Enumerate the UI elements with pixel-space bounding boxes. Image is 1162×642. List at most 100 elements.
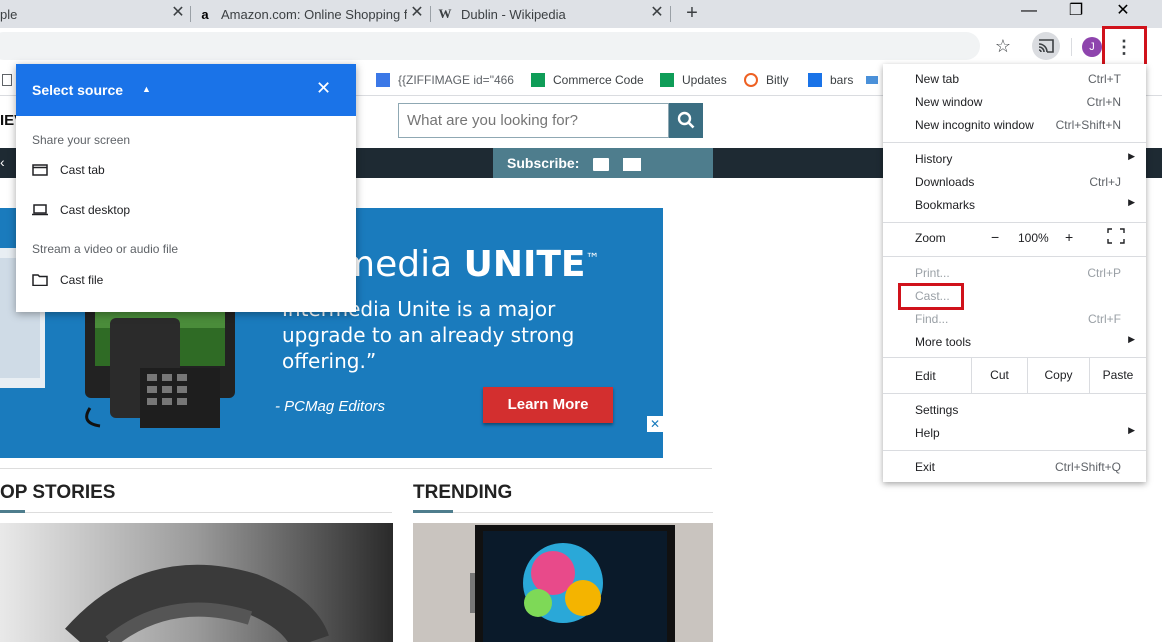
cut-button[interactable]: Cut	[971, 357, 1027, 393]
sheet-icon	[531, 73, 545, 87]
cast-dialog-header[interactable]: Select source ▲ ✕	[16, 64, 356, 116]
ad-title-bold: UNITE	[463, 244, 586, 285]
copy-button[interactable]: Copy	[1027, 357, 1089, 393]
menu-item-shortcut: Ctrl+N	[1086, 95, 1121, 109]
page-icon	[2, 74, 12, 86]
menu-item-new-tab[interactable]: New tab Ctrl+T	[915, 69, 1135, 89]
learn-more-button[interactable]: Learn More	[483, 387, 613, 423]
menu-item-label: Print...	[915, 266, 950, 280]
menu-item-label: Bookmarks	[915, 198, 976, 212]
cast-icon[interactable]	[1032, 32, 1060, 60]
restore-button[interactable]: ❐	[1053, 0, 1099, 24]
menu-item-help[interactable]: Help ▶	[915, 423, 1135, 443]
tab-close-icon[interactable]: ✕	[409, 5, 425, 21]
close-icon[interactable]: ✕	[316, 78, 331, 99]
bitly-icon	[744, 73, 758, 87]
paste-button[interactable]: Paste	[1089, 357, 1146, 393]
stream-file-label: Stream a video or audio file	[32, 242, 179, 256]
submenu-arrow-icon: ▶	[1128, 151, 1135, 161]
search-icon	[677, 111, 695, 129]
menu-item-find[interactable]: Find... Ctrl+F	[915, 309, 1135, 329]
edit-label: Edit	[915, 369, 936, 383]
tab-strip: ple ✕ a Amazon.com: Online Shopping fo ✕…	[0, 0, 1162, 28]
bookmark-partial[interactable]	[2, 72, 12, 88]
menu-item-shortcut: Ctrl+Shift+Q	[1054, 460, 1121, 474]
section-accent	[413, 510, 453, 513]
trending-image[interactable]	[413, 523, 713, 642]
trending-heading[interactable]: TRENDING	[413, 482, 512, 504]
address-bar[interactable]	[0, 32, 980, 60]
nav-arrow-icon[interactable]: ‹	[0, 154, 5, 170]
app-icon	[866, 76, 878, 84]
menu-item-label: Settings	[915, 403, 959, 417]
bookmark-label: bars	[830, 73, 854, 87]
fullscreen-icon	[1107, 228, 1125, 244]
tab-icon	[32, 164, 48, 176]
headphones-image	[65, 564, 329, 642]
menu-item-label: New tab	[915, 72, 960, 86]
subscribe-label: Subscribe:	[507, 155, 580, 171]
zoom-out-button[interactable]: −	[991, 229, 999, 245]
menu-item-settings[interactable]: Settings	[915, 400, 1135, 420]
new-tab-button[interactable]: +	[680, 2, 704, 26]
tab-wikipedia[interactable]: W Dublin - Wikipedia ✕	[437, 0, 669, 28]
highlight-box-cast	[898, 283, 964, 310]
tab-close-icon[interactable]: ✕	[649, 5, 665, 21]
cast-glyph-icon	[1038, 39, 1054, 53]
top-story-image[interactable]	[0, 523, 393, 642]
menu-item-bookmarks[interactable]: Bookmarks ▶	[915, 195, 1135, 215]
cast-file-option[interactable]: Cast file	[32, 268, 352, 292]
menu-item-history[interactable]: History ▶	[915, 149, 1135, 169]
cast-desktop-option[interactable]: Cast desktop	[32, 198, 352, 222]
zoom-level: 100%	[1018, 231, 1049, 245]
bookmark-ziffimage[interactable]: {{ZIFFIMAGE id="466	[376, 72, 514, 88]
menu-item-shortcut: Ctrl+F	[1088, 312, 1121, 326]
subscribe-bar[interactable]: Subscribe:	[493, 148, 713, 178]
minimize-button[interactable]: —	[1006, 0, 1052, 24]
bookmark-updates[interactable]: Updates	[660, 72, 727, 88]
close-window-button[interactable]: ✕	[1100, 0, 1146, 24]
tablet-image	[470, 525, 675, 642]
caret-up-icon[interactable]: ▲	[142, 84, 151, 94]
menu-item-label: More tools	[915, 335, 972, 349]
cast-tab-label: Cast tab	[60, 163, 105, 177]
section-underline	[413, 512, 713, 513]
menu-item-label: Exit	[915, 460, 936, 474]
menu-item-label: Find...	[915, 312, 949, 326]
tab-partial[interactable]: ple ✕	[0, 0, 190, 28]
site-search-button[interactable]	[669, 103, 703, 138]
tab-close-icon[interactable]: ✕	[170, 5, 186, 21]
menu-item-shortcut: Ctrl+P	[1087, 266, 1121, 280]
bookmark-bitly[interactable]: Bitly	[744, 72, 789, 88]
menu-item-print[interactable]: Print... Ctrl+P	[915, 263, 1135, 283]
fullscreen-button[interactable]	[1107, 228, 1125, 244]
menu-item-downloads[interactable]: Downloads Ctrl+J	[915, 172, 1135, 192]
cast-file-label: Cast file	[60, 273, 104, 287]
menu-item-new-incognito-window[interactable]: New incognito window Ctrl+Shift+N	[915, 115, 1135, 135]
menu-item-exit[interactable]: Exit Ctrl+Shift+Q	[915, 457, 1135, 477]
share-screen-label: Share your screen	[32, 133, 131, 147]
email-icon[interactable]	[623, 157, 642, 171]
top-stories-heading[interactable]: OP STORIES	[0, 482, 115, 504]
bookmark-star-icon[interactable]: ☆	[991, 34, 1015, 58]
bookmark-commerce-code[interactable]: Commerce Code	[531, 72, 644, 88]
bookmark-partial-right[interactable]	[866, 72, 878, 88]
zoom-in-button[interactable]: +	[1065, 229, 1073, 245]
menu-item-new-window[interactable]: New window Ctrl+N	[915, 92, 1135, 112]
profile-avatar[interactable]: J	[1082, 37, 1102, 57]
menu-item-shortcut: Ctrl+J	[1089, 175, 1121, 189]
bookmark-label: Bitly	[766, 73, 789, 87]
menu-item-more-tools[interactable]: More tools ▶	[915, 332, 1135, 352]
magazine-icon[interactable]	[593, 157, 610, 171]
select-source-label[interactable]: Select source	[32, 82, 123, 98]
ad-title: media UNITE™	[340, 244, 600, 285]
laptop-icon	[32, 204, 48, 216]
tab-amazon[interactable]: a Amazon.com: Online Shopping fo ✕	[197, 0, 429, 28]
site-search-input[interactable]	[398, 103, 669, 138]
menu-item-label: New incognito window	[915, 118, 1034, 132]
section-divider	[0, 468, 712, 469]
cast-tab-option[interactable]: Cast tab	[32, 158, 352, 182]
ad-close-icon[interactable]: ✕	[647, 416, 663, 432]
bookmark-bars[interactable]: bars	[808, 72, 853, 88]
menu-item-shortcut: Ctrl+T	[1088, 72, 1121, 86]
